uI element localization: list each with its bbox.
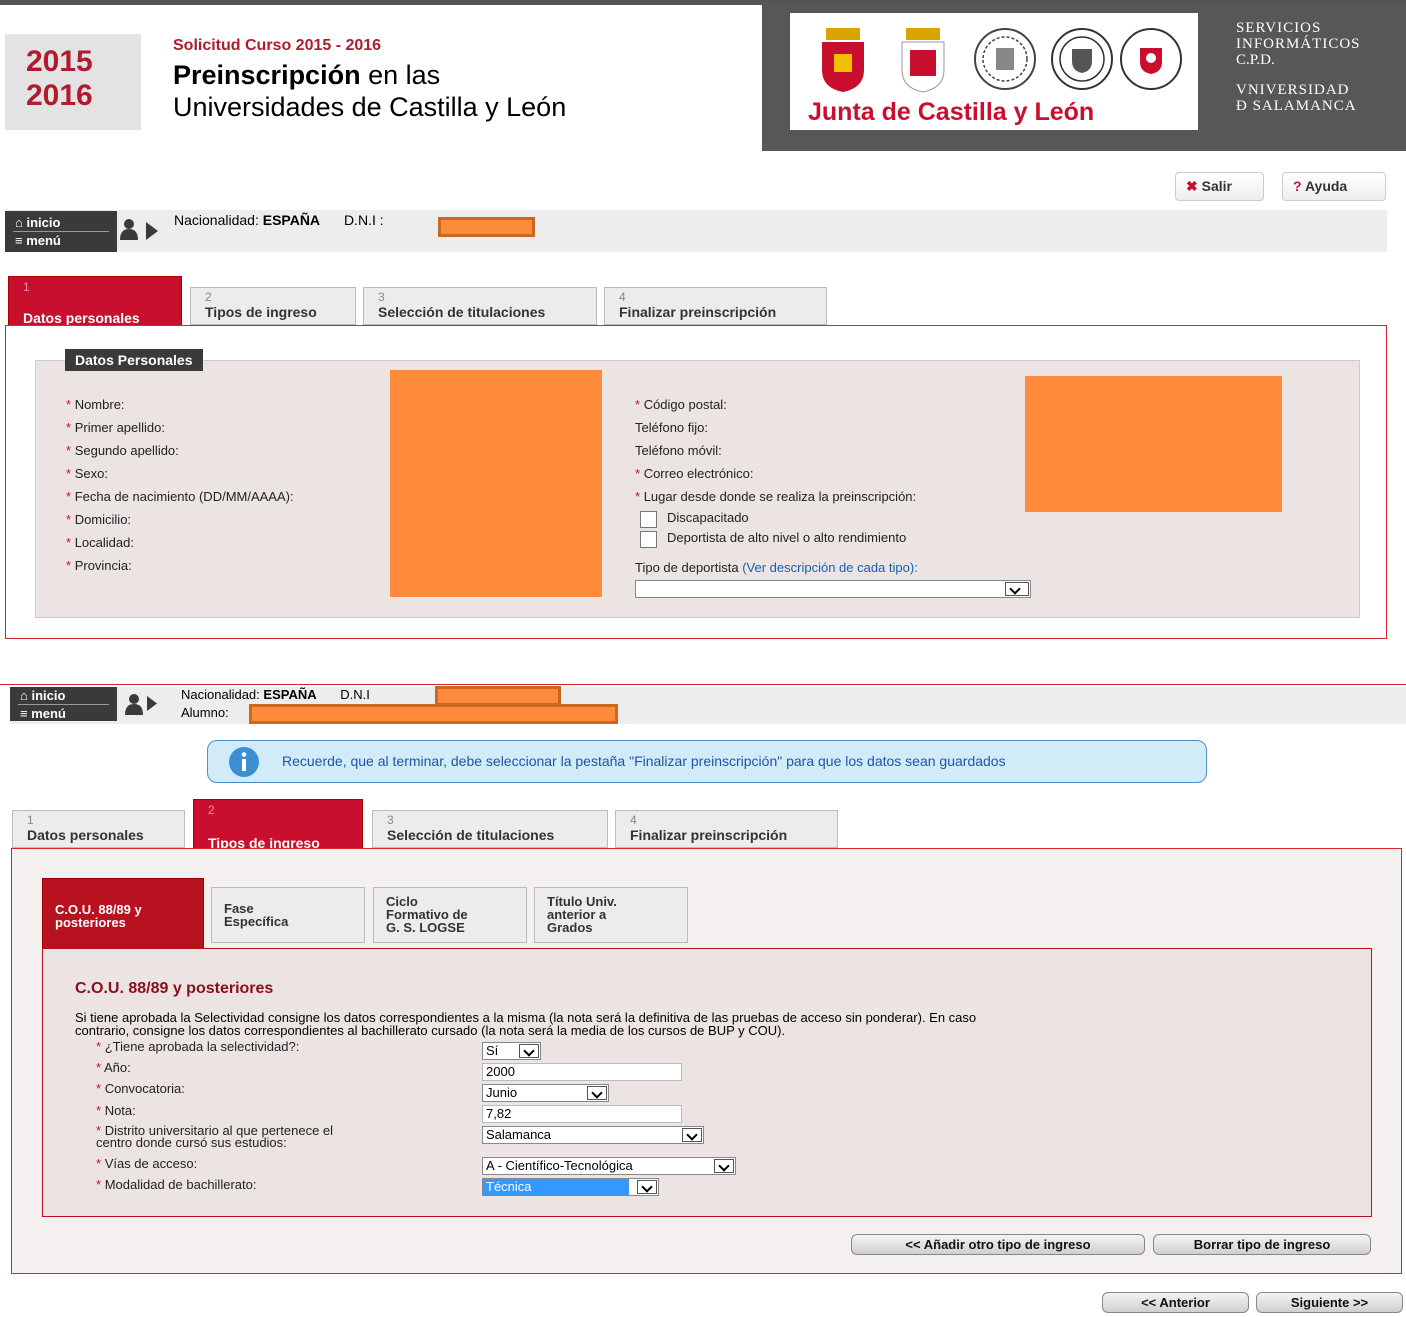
datos-legend: Datos Personales — [65, 349, 203, 371]
anadir-tipo-button[interactable]: << Añadir otro tipo de ingreso — [851, 1234, 1145, 1255]
seal-icon — [1051, 28, 1113, 90]
salir-button[interactable]: ✖ Salir — [1175, 172, 1264, 201]
tab-seleccion-titulaciones[interactable]: 3 Selección de titulaciones — [372, 810, 608, 848]
tab-tipos-ingreso[interactable]: 2 Tipos de ingreso — [190, 287, 356, 325]
modalidad-select[interactable]: Técnica — [482, 1178, 659, 1196]
deportista-label: Deportista de alto nivel o alto rendimie… — [667, 530, 907, 545]
field-provincia: * Provincia: — [66, 558, 132, 573]
tab-datos-personales[interactable]: 1 Datos personales — [12, 810, 185, 848]
dni-redacted — [435, 686, 561, 706]
modalidad-label: * Modalidad de bachillerato: — [96, 1177, 257, 1192]
caret-icon — [147, 696, 157, 711]
tab-datos-personales[interactable]: 1 Datos personales — [8, 276, 182, 326]
tab-seleccion-titulaciones[interactable]: 3 Selección de titulaciones — [363, 287, 597, 325]
usal-logo: SERVICIOS INFORMÁTICOS C.P.D. VNIVERSIDA… — [1236, 20, 1361, 114]
selectividad-select[interactable]: Sí — [482, 1042, 541, 1060]
info-message: Recuerde, que al terminar, debe seleccio… — [282, 753, 1006, 769]
field-primer-apellido: * Primer apellido: — [66, 420, 166, 435]
tipo-deportista-label: Tipo de deportista (Ver descripción de c… — [635, 560, 918, 575]
ayuda-button[interactable]: ? Ayuda — [1282, 172, 1386, 201]
field-telefono-fijo: Teléfono fijo: — [635, 420, 708, 435]
distrito-label: * Distrito universitario al que pertenec… — [96, 1123, 334, 1150]
dni-redacted — [438, 217, 535, 237]
caret-icon — [146, 222, 158, 240]
field-lugar: * Lugar desde donde se realiza la preins… — [635, 489, 917, 504]
app-title: Preinscripción en las — [173, 60, 441, 90]
inicio-link[interactable]: ⌂ inicio — [5, 214, 117, 231]
year-end: 2016 — [26, 79, 93, 112]
field-nombre: * Nombre: — [66, 397, 125, 412]
field-localidad: * Localidad: — [66, 535, 134, 550]
left-fields: * Nombre: * Primer apellido: * Segundo a… — [66, 393, 294, 577]
borrar-tipo-button[interactable]: Borrar tipo de ingreso — [1153, 1234, 1371, 1255]
close-icon: ✖ — [1186, 178, 1198, 194]
field-correo: * Correo electrónico: — [635, 466, 754, 481]
tab-finalizar[interactable]: 4 Finalizar preinscripción — [615, 810, 838, 848]
alumno-redacted — [249, 704, 618, 724]
tipo-deportista-select[interactable] — [635, 580, 1031, 598]
inicio-link[interactable]: ⌂ inicio — [10, 687, 117, 704]
convocatoria-label: * Convocatoria: — [96, 1081, 185, 1096]
subtab-titulo-anterior[interactable]: Título Univ. anterior a Grados — [534, 887, 688, 943]
app-title-line2: Universidades de Castilla y León — [173, 92, 567, 122]
crest-icon — [822, 28, 864, 92]
year-badge: 2015 2016 — [5, 34, 141, 130]
ver-descripcion-link[interactable]: (Ver descripción de cada tipo): — [742, 560, 918, 575]
field-fecha-nacimiento: * Fecha de nacimiento (DD/MM/AAAA): — [66, 489, 294, 504]
cou-heading: C.O.U. 88/89 y posteriores — [75, 980, 274, 997]
subtab-fase-especifica[interactable]: Fase Específica — [211, 887, 365, 943]
anio-label: * Año: — [96, 1060, 131, 1075]
nationality-info: Nacionalidad: ESPAÑA D.N.I : — [174, 212, 384, 228]
vias-label: * Vías de acceso: — [96, 1156, 198, 1171]
nota-label: * Nota: — [96, 1103, 136, 1118]
field-domicilio: * Domicilio: — [66, 512, 132, 527]
vias-select[interactable]: A - Científico-Tecnológica — [482, 1157, 736, 1175]
info-icon — [229, 747, 259, 777]
distrito-select[interactable]: Salamanca — [482, 1126, 704, 1144]
anio-input[interactable]: 2000 — [482, 1063, 682, 1081]
divider — [0, 684, 1406, 685]
deportista-checkbox[interactable] — [640, 531, 657, 548]
tab-finalizar[interactable]: 4 Finalizar preinscripción — [604, 287, 827, 325]
field-telefono-movil: Teléfono móvil: — [635, 443, 722, 458]
discapacitado-checkbox[interactable] — [640, 511, 657, 528]
field-segundo-apellido: * Segundo apellido: — [66, 443, 179, 458]
convocatoria-select[interactable]: Junio — [482, 1084, 609, 1102]
menu-link[interactable]: ≡ menú — [5, 232, 117, 249]
year-start: 2015 — [26, 45, 93, 78]
help-icon: ? — [1293, 178, 1302, 194]
crest-icon — [901, 28, 945, 93]
junta-logo-text: Junta de Castilla y León — [808, 98, 1095, 126]
nav-menu-2: ⌂ inicio ≡ menú — [10, 687, 117, 721]
cou-description: Si tiene aprobada la Selectividad consig… — [75, 1010, 977, 1038]
anterior-button[interactable]: << Anterior — [1102, 1292, 1249, 1313]
seal-icon — [1120, 28, 1182, 90]
user-icon — [125, 694, 143, 715]
tab-tipos-ingreso[interactable]: 2 Tipos de ingreso — [193, 799, 363, 851]
subtab-cou[interactable]: C.O.U. 88/89 y posteriores — [42, 878, 204, 950]
user-icon — [120, 219, 138, 240]
menu-link[interactable]: ≡ menú — [10, 705, 117, 722]
field-codigo-postal: * Código postal: — [635, 397, 727, 412]
app-subtitle: Solicitud Curso 2015 - 2016 — [173, 37, 382, 54]
contact-values-redacted — [1025, 376, 1282, 512]
personal-values-redacted — [390, 370, 602, 597]
subtab-ciclo-formativo[interactable]: Ciclo Formativo de G. S. LOGSE — [373, 887, 527, 943]
right-fields: * Código postal: Teléfono fijo: Teléfono… — [635, 393, 916, 508]
nota-input[interactable]: 7,82 — [482, 1105, 682, 1123]
field-sexo: * Sexo: — [66, 466, 108, 481]
seal-icon — [974, 28, 1036, 90]
siguiente-button[interactable]: Siguiente >> — [1256, 1292, 1403, 1313]
selectividad-label: * ¿Tiene aprobada la selectividad?: — [96, 1039, 300, 1054]
nav-menu: ⌂ inicio ≡ menú — [5, 211, 117, 252]
